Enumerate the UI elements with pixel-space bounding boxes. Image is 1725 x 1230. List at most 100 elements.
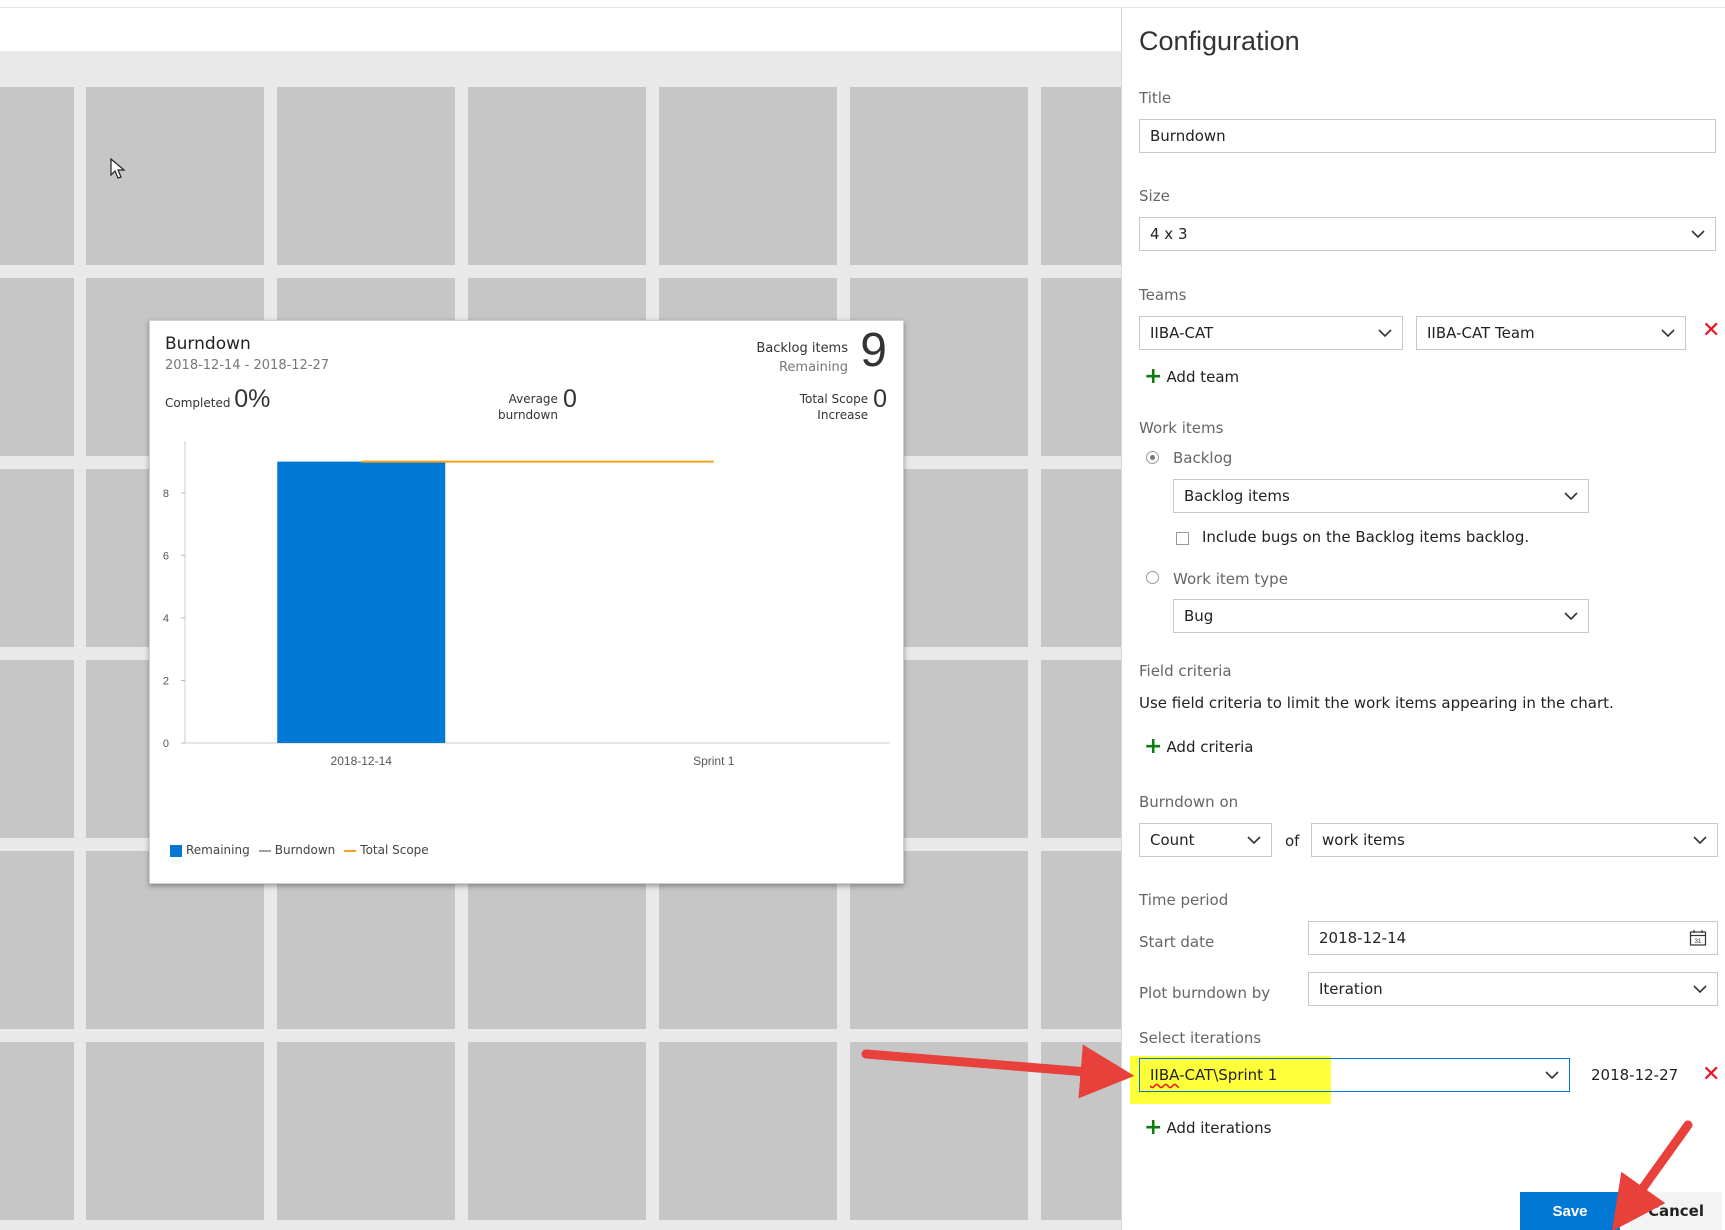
team-project-value: IIBA-CAT [1150,324,1214,342]
bar-remaining [277,461,446,743]
average-burndown-stat: Average burndown 0 [498,385,577,423]
plot-by-value: Iteration [1319,980,1383,998]
plot-by-select[interactable]: Iteration [1308,972,1718,1006]
work-item-type-label: Work item type [1173,570,1288,588]
field-criteria-description: Use field criteria to limit the work ite… [1139,694,1614,712]
grid-cell [1041,87,1121,265]
legend-remaining-label: Remaining [186,843,250,857]
backlog-radio-label: Backlog [1173,449,1233,467]
chevron-down-icon [1661,329,1675,338]
backlog-select-value: Backlog items [1184,487,1290,505]
chevron-down-icon [1378,329,1392,338]
grid-cell [1041,851,1121,1029]
backlog-select[interactable]: Backlog items [1173,479,1589,513]
burndown-count-select[interactable]: Count [1139,823,1272,857]
size-label: Size [1139,187,1170,205]
cancel-button[interactable]: Cancel [1630,1192,1722,1230]
remove-team-icon[interactable]: ✕ [1702,318,1720,343]
team-name-value: IIBA-CAT Team [1427,324,1535,342]
plus-icon: + [1144,364,1163,389]
team-project-select[interactable]: IIBA-CAT [1139,316,1403,350]
canvas-header [0,8,1121,51]
title-input[interactable]: Burndown [1139,119,1716,153]
start-date-value: 2018-12-14 [1319,929,1407,947]
grid-cell [659,1042,837,1220]
completed-stat: Completed 0% [165,387,270,412]
iteration-end-date: 2018-12-27 [1591,1066,1679,1084]
chevron-down-icon [1545,1071,1559,1080]
legend-burndown-swatch [258,849,271,852]
burndown-label: burndown [498,408,558,422]
work-item-type-value: Bug [1184,607,1214,625]
grid-cell [277,1042,455,1220]
time-period-label: Time period [1139,891,1229,909]
iteration-select[interactable]: IIBA-CAT\Sprint 1 [1139,1058,1570,1092]
grid-cell [0,660,74,838]
widget-date-range: 2018-12-14 - 2018-12-27 [165,358,330,373]
grid-cell [0,1042,74,1220]
grid-cell [659,87,837,265]
chevron-down-icon [1564,492,1578,501]
add-iterations-link[interactable]: + Add iterations [1144,1115,1271,1140]
burndown-widget[interactable]: Burndown 2018-12-14 - 2018-12-27 Backlog… [149,320,904,884]
total-scope-label: Total Scope [799,392,869,406]
svg-text:31: 31 [1695,939,1702,945]
include-bugs-label: Include bugs on the Backlog items backlo… [1202,528,1530,546]
add-criteria-link[interactable]: + Add criteria [1144,736,1254,758]
average-burndown-value: 0 [562,385,577,413]
chevron-down-icon [1247,836,1261,845]
chevron-down-icon [1691,230,1705,239]
chevron-down-icon [1693,985,1707,994]
legend-total-scope-label: Total Scope [360,843,429,857]
backlog-items-label: Backlog items [756,341,848,356]
work-item-type-radio[interactable] [1146,571,1159,584]
backlog-radio[interactable] [1146,451,1159,464]
add-criteria-label: Add criteria [1166,738,1254,756]
grid-cell [468,1042,646,1220]
average-label: Average [508,392,558,406]
grid-cell [468,87,646,265]
add-team-link[interactable]: + Add team [1144,364,1239,389]
plus-icon: + [1144,1115,1163,1140]
configuration-panel: Configuration Title Burndown Size 4 x 3 … [1121,8,1725,1230]
remove-iteration-icon[interactable]: ✕ [1702,1062,1720,1087]
select-iterations-label: Select iterations [1139,1029,1262,1047]
calendar-icon[interactable]: 31 [1689,929,1707,947]
include-bugs-checkbox[interactable] [1176,532,1189,545]
field-criteria-label: Field criteria [1139,662,1232,680]
plot-by-label: Plot burndown by [1139,984,1271,1002]
legend-remaining: Remaining [170,843,250,857]
grid-cell [0,87,74,265]
iteration-rest: -CAT\Sprint 1 [1179,1066,1278,1084]
teams-label: Teams [1139,286,1187,304]
grid-cell [850,1042,1028,1220]
grid-cell [277,87,455,265]
work-item-type-select[interactable]: Bug [1173,599,1589,633]
start-date-input[interactable]: 2018-12-14 31 [1308,921,1718,955]
grid-cell [1041,278,1121,456]
y-tick-label: 0 [163,738,169,750]
grid-cell [0,278,74,456]
burndown-of-select[interactable]: work items [1311,823,1718,857]
total-scope-value: 0 [873,385,887,413]
grid-cell [1041,469,1121,647]
burndown-on-label: Burndown on [1139,793,1239,811]
remaining-count: 9 [860,324,887,377]
title-input-value: Burndown [1150,127,1226,145]
x-tick-label: Sprint 1 [693,754,735,768]
y-tick-label: 4 [163,613,169,625]
y-tick-label: 2 [163,675,169,687]
burndown-chart: 0 2 4 6 8 2018-12-14 Sprint 1 [163,441,890,768]
grid-cell [0,469,74,647]
of-label: of [1285,832,1300,850]
legend-total-scope-swatch [344,849,357,852]
widget-title: Burndown [165,334,251,354]
x-tick-label: 2018-12-14 [331,754,393,768]
team-name-select[interactable]: IIBA-CAT Team [1416,316,1686,350]
increase-label: Increase [817,408,869,422]
grid-cell [850,87,1028,265]
chevron-down-icon [1564,612,1578,621]
title-label: Title [1139,89,1172,107]
save-button[interactable]: Save [1520,1192,1620,1230]
size-select[interactable]: 4 x 3 [1139,217,1716,251]
